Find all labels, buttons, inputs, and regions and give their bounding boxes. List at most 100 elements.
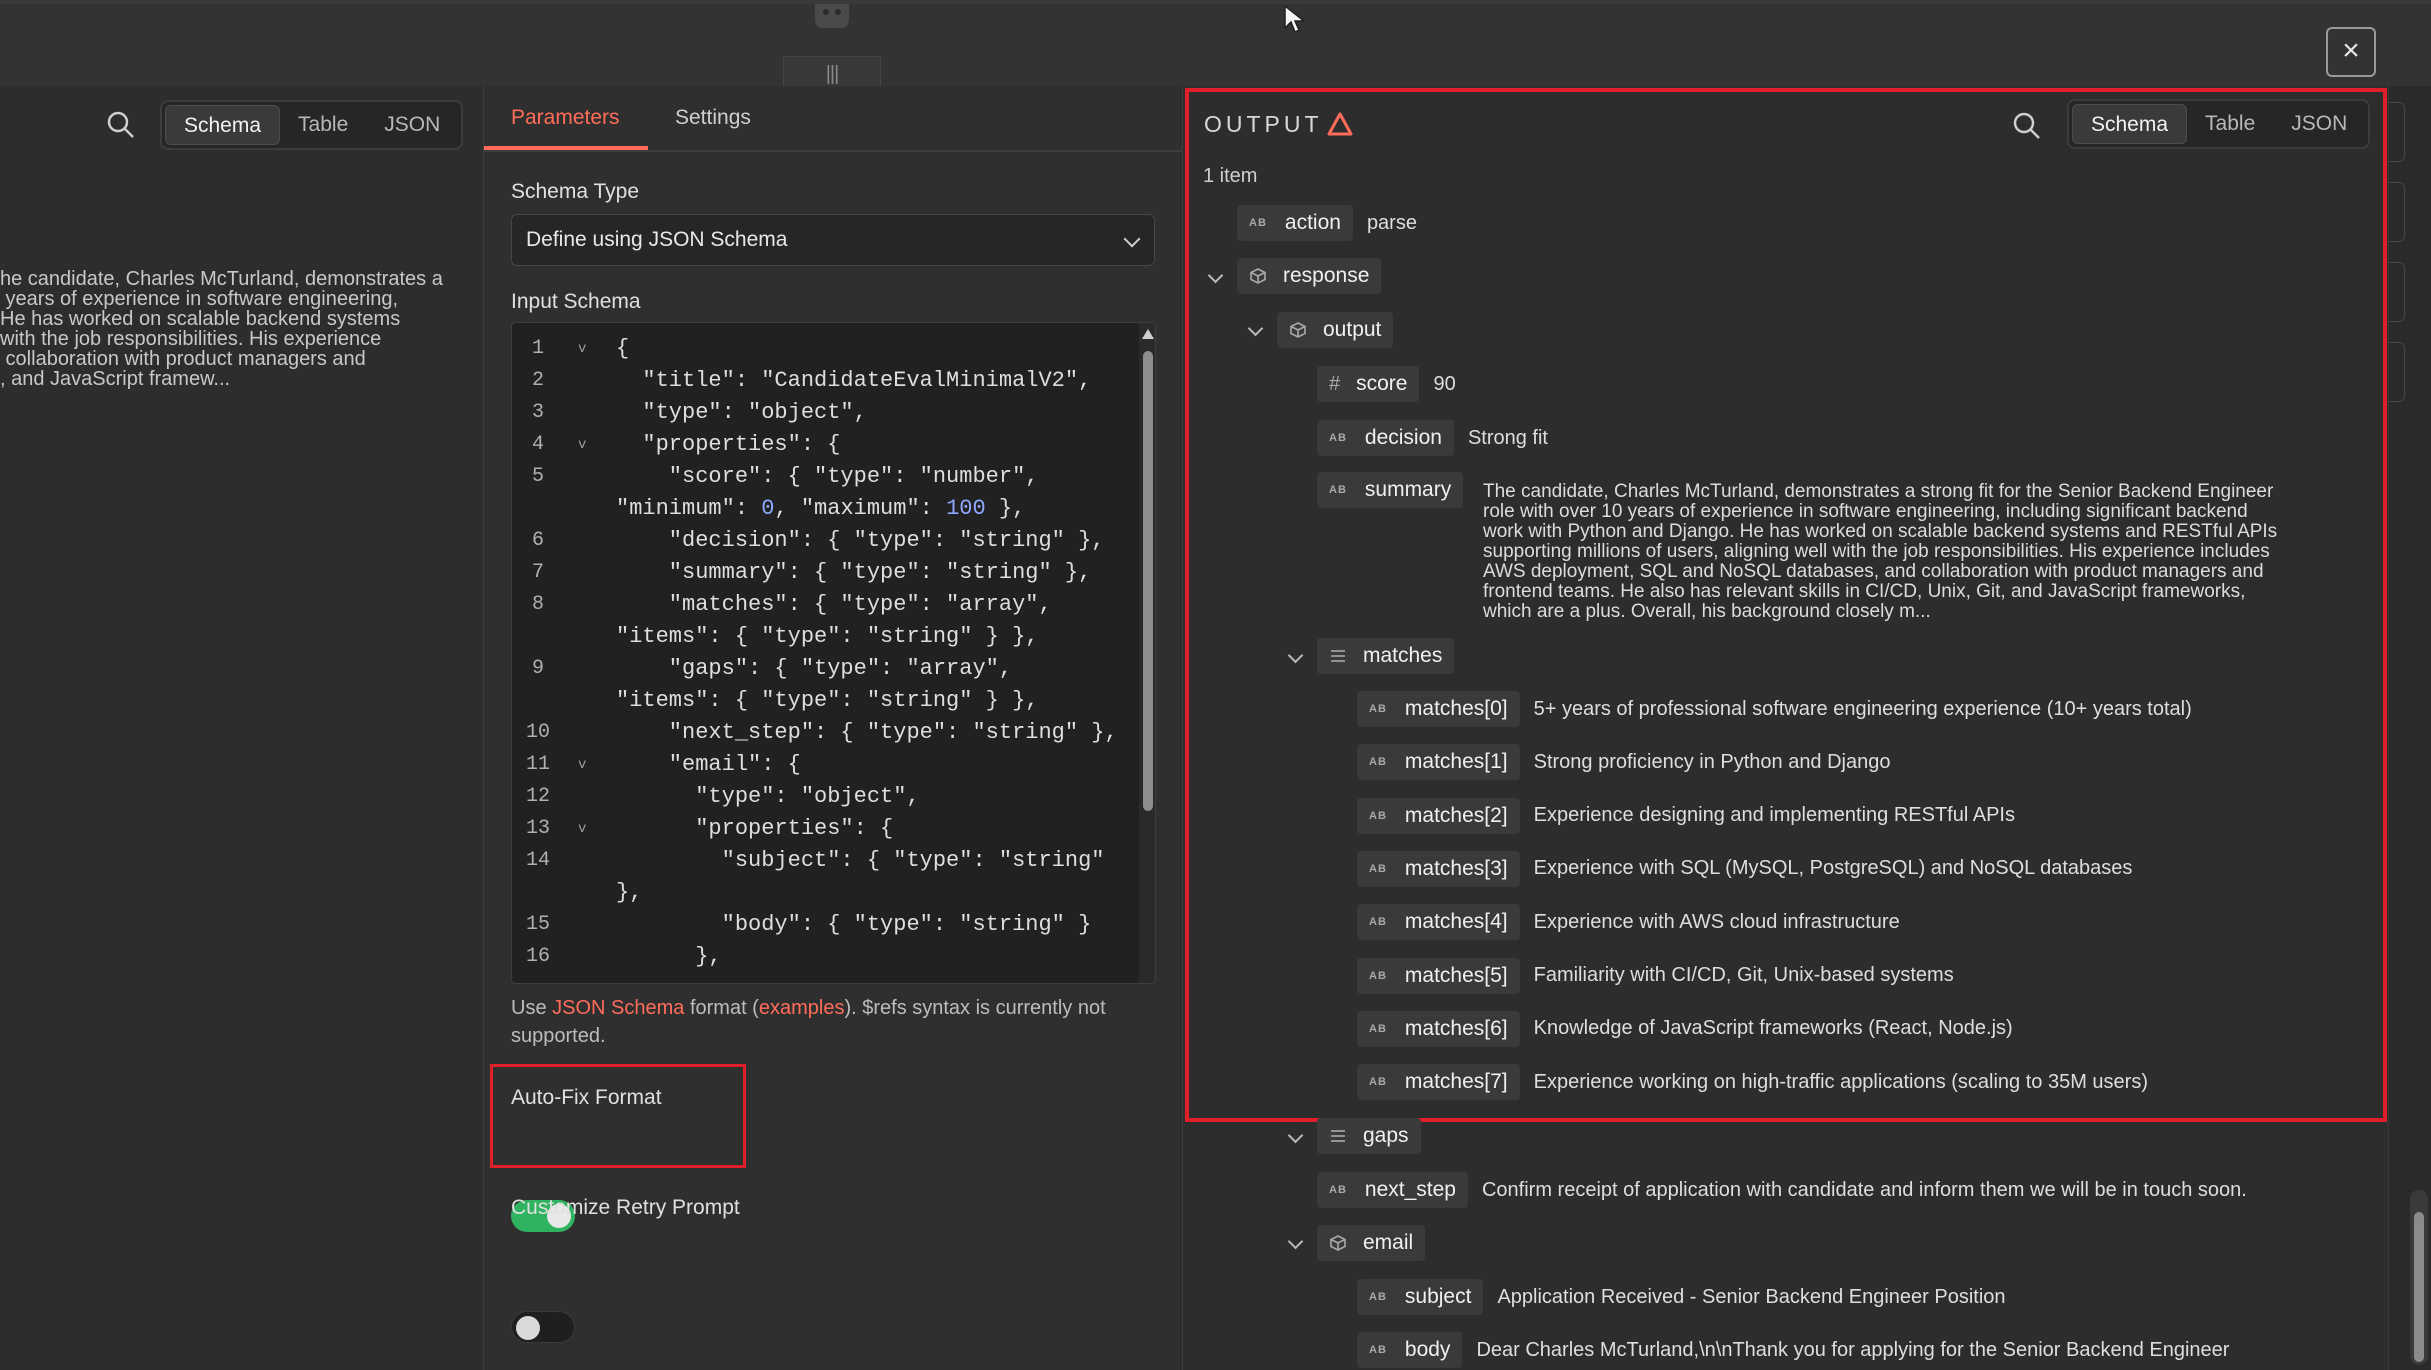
tree-row-next-step[interactable]: AB next_step Confirm receipt of applicati… xyxy=(1317,1172,2247,1208)
drag-handle[interactable]: ||| xyxy=(783,56,881,90)
code-line: 4 v "properties": { xyxy=(512,429,1122,461)
schema-hint: Use JSON Schema format (examples). $refs… xyxy=(511,997,1106,1047)
code-text: "summary": { "type": "string" }, xyxy=(616,560,1092,585)
code-text: "email": { xyxy=(616,752,801,777)
code-line: 2 "title": "CandidateEvalMinimalV2", xyxy=(512,365,1122,397)
input-text-line: years of experience in software engineer… xyxy=(0,288,399,310)
scroll-thumb[interactable] xyxy=(1143,351,1153,811)
retry-prompt-toggle[interactable] xyxy=(511,1311,575,1343)
code-text: { xyxy=(616,336,630,361)
code-text: "properties": { xyxy=(616,816,894,841)
code-text: "items": { "type": "string" } }, xyxy=(616,688,1039,713)
code-text: "properties": { xyxy=(616,432,841,457)
input-view-json[interactable]: JSON xyxy=(366,105,458,145)
code-text: "minimum": 0, "maximum": 100 }, xyxy=(616,496,1026,521)
json-schema-link[interactable]: JSON Schema xyxy=(552,997,684,1019)
line-number: 5 xyxy=(531,465,544,488)
fold-chevron-icon[interactable]: v xyxy=(578,333,586,365)
object-type-icon xyxy=(1329,1234,1347,1252)
tree-value: Application Received - Senior Backend En… xyxy=(1497,1285,2006,1308)
line-number: 4 xyxy=(531,433,544,456)
fold-chevron-icon[interactable]: v xyxy=(578,813,586,845)
tree-row-email[interactable]: email xyxy=(1317,1225,1426,1261)
line-number: 14 xyxy=(525,849,550,872)
tab-settings[interactable]: Settings xyxy=(675,106,751,130)
code-line: 15 "body": { "type": "string" } xyxy=(512,909,1122,941)
schema-type-label: Schema Type xyxy=(511,180,640,203)
code-text: "subject": { "type": "string" xyxy=(616,848,1105,873)
edge-button[interactable] xyxy=(2389,342,2405,402)
code-text: "type": "object", xyxy=(616,784,920,809)
code-line: "items": { "type": "string" } }, xyxy=(512,621,1122,653)
code-text: "matches": { "type": "array", xyxy=(616,592,1052,617)
line-number: 15 xyxy=(525,913,550,936)
close-button[interactable]: × xyxy=(2326,27,2376,77)
search-icon[interactable] xyxy=(106,110,136,140)
string-type-icon: AB xyxy=(1369,1344,1387,1356)
code-line: "minimum": 0, "maximum": 100 }, xyxy=(512,493,1122,525)
scroll-up-icon[interactable] xyxy=(1142,329,1154,339)
input-text-line: with the job responsibilities. His exper… xyxy=(0,328,382,350)
code-text: "title": "CandidateEvalMinimalV2", xyxy=(616,368,1092,393)
code-line: 8 "matches": { "type": "array", xyxy=(512,589,1122,621)
tree-value: Dear Charles McTurland,\n\nThank you for… xyxy=(1476,1338,2230,1361)
code-text: "items": { "type": "string" } }, xyxy=(616,624,1039,649)
edge-button[interactable] xyxy=(2389,102,2405,162)
code-line: 14 "subject": { "type": "string" xyxy=(512,845,1122,877)
fold-chevron-icon[interactable]: v xyxy=(578,749,586,781)
line-number: 13 xyxy=(525,817,550,840)
top-bar: ||| × xyxy=(0,0,2431,90)
line-number: 11 xyxy=(525,753,550,776)
mouse-cursor-icon xyxy=(1284,4,1307,34)
schema-type-select[interactable]: Define using JSON Schema xyxy=(511,214,1155,266)
code-line: 13 v "properties": { xyxy=(512,813,1122,845)
input-view-schema[interactable]: Schema xyxy=(165,105,281,145)
examples-link[interactable]: examples xyxy=(759,997,845,1019)
line-number: 2 xyxy=(531,369,544,392)
line-number: 6 xyxy=(531,529,544,552)
code-line: 1 v { xyxy=(512,333,1122,365)
active-tab-underline xyxy=(484,146,648,150)
tab-parameters[interactable]: Parameters xyxy=(511,106,620,130)
edge-button[interactable] xyxy=(2389,182,2405,242)
tree-value: Confirm receipt of application with cand… xyxy=(1481,1178,2247,1201)
list-type-icon xyxy=(1329,1128,1347,1144)
output-scrollbar[interactable] xyxy=(2410,1190,2428,1365)
code-line: "items": { "type": "string" } }, xyxy=(512,685,1122,717)
code-line: 5 "score": { "type": "number", xyxy=(512,461,1122,493)
code-line: 11 v "email": { xyxy=(512,749,1122,781)
code-line: 9 "gaps": { "type": "array", xyxy=(512,653,1122,685)
input-text-line: He has worked on scalable backend system… xyxy=(0,308,401,330)
code-line: }, xyxy=(512,877,1122,909)
line-number: 3 xyxy=(531,401,544,424)
input-schema-label: Input Schema xyxy=(511,290,641,313)
tree-row-gaps[interactable]: gaps xyxy=(1317,1118,1421,1154)
parameter-tabs: Parameters Settings xyxy=(484,86,1184,152)
code-text: "decision": { "type": "string" }, xyxy=(616,528,1105,553)
edge-button[interactable] xyxy=(2389,262,2405,322)
input-view-table[interactable]: Table xyxy=(280,105,366,145)
right-edge-strip xyxy=(2388,86,2431,1370)
line-number: 8 xyxy=(531,593,544,616)
line-number: 10 xyxy=(525,721,550,744)
code-text: }, xyxy=(616,880,643,905)
code-line: 3 "type": "object", xyxy=(512,397,1122,429)
input-text-line: , and JavaScript framew... xyxy=(0,368,231,389)
fold-chevron-icon[interactable]: v xyxy=(578,429,586,461)
tree-row-subject[interactable]: AB subject Application Received - Senior … xyxy=(1357,1279,2006,1315)
schema-type-value: Define using JSON Schema xyxy=(526,228,788,251)
line-number: 16 xyxy=(525,945,550,968)
code-line: 16 }, xyxy=(512,941,1122,973)
output-highlight-box xyxy=(1185,88,2387,1122)
editor-scrollbar[interactable] xyxy=(1139,323,1155,983)
chevron-down-icon xyxy=(1123,230,1141,248)
json-schema-editor[interactable]: 1 v{2 "title": "CandidateEvalMinimalV2", 3… xyxy=(511,322,1156,984)
auto-fix-label: Auto-Fix Format xyxy=(511,1086,662,1109)
auto-fix-highlight xyxy=(490,1064,746,1168)
code-text: "gaps": { "type": "array", xyxy=(616,656,1013,681)
line-number: 7 xyxy=(531,561,544,584)
scroll-thumb[interactable] xyxy=(2414,1212,2424,1362)
code-text: "next_step": { "type": "string" }, xyxy=(616,720,1118,745)
line-number: 1 xyxy=(531,337,544,360)
tree-row-body[interactable]: AB body Dear Charles McTurland,\n\nThank … xyxy=(1357,1332,2229,1368)
